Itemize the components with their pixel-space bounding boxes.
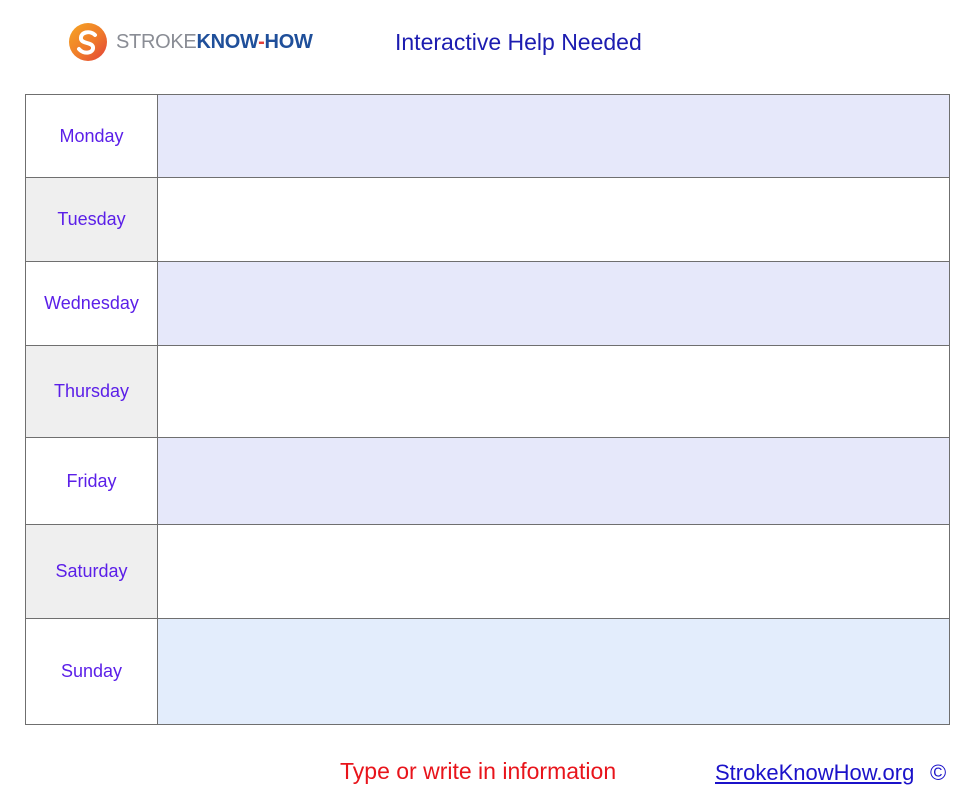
planner-row-thursday: Thursday [25,345,950,438]
entry-field-sunday[interactable] [158,642,949,701]
day-label-sunday: Sunday [25,618,158,725]
page-title: Interactive Help Needed [395,29,642,55]
entry-field-thursday[interactable] [158,362,949,421]
instruction-text: Type or write in information [340,758,617,784]
logo-swirl-icon [69,23,107,61]
logo-wordmark: STROKEKNOW-HOW [116,32,313,52]
planner-row-saturday: Saturday [25,524,950,619]
day-label-saturday: Saturday [25,524,158,619]
entry-field-friday[interactable] [158,452,949,510]
copyright-symbol: © [930,760,947,785]
planner-row-wednesday: Wednesday [25,261,950,346]
website-link[interactable]: StrokeKnowHow.org [715,760,914,786]
entry-field-tuesday[interactable] [158,190,949,249]
day-label-friday: Friday [25,437,158,525]
entry-field-monday[interactable] [158,107,949,165]
entry-field-saturday[interactable] [158,542,949,601]
entry-cell-friday [157,437,950,525]
entry-cell-wednesday [157,261,950,346]
planner-row-monday: Monday [25,94,950,178]
day-label-tuesday: Tuesday [25,177,158,262]
entry-cell-saturday [157,524,950,619]
logo-word-stroke: STROKE [116,31,197,53]
entry-field-wednesday[interactable] [158,274,949,333]
entry-cell-tuesday [157,177,950,262]
day-label-thursday: Thursday [25,345,158,438]
entry-cell-sunday [157,618,950,725]
planner-row-sunday: Sunday [25,618,950,725]
day-label-wednesday: Wednesday [25,261,158,346]
entry-cell-monday [157,94,950,178]
logo-word-know: KNOW [196,31,259,53]
day-label-monday: Monday [25,94,158,178]
stroke-know-how-logo: STROKEKNOW-HOW [68,20,313,64]
planner-row-friday: Friday [25,437,950,525]
logo-word-how: HOW [264,31,313,53]
planner-row-tuesday: Tuesday [25,177,950,262]
weekly-planner-table: Monday Tuesday Wednesday Thursday Friday… [25,94,950,725]
entry-cell-thursday [157,345,950,438]
